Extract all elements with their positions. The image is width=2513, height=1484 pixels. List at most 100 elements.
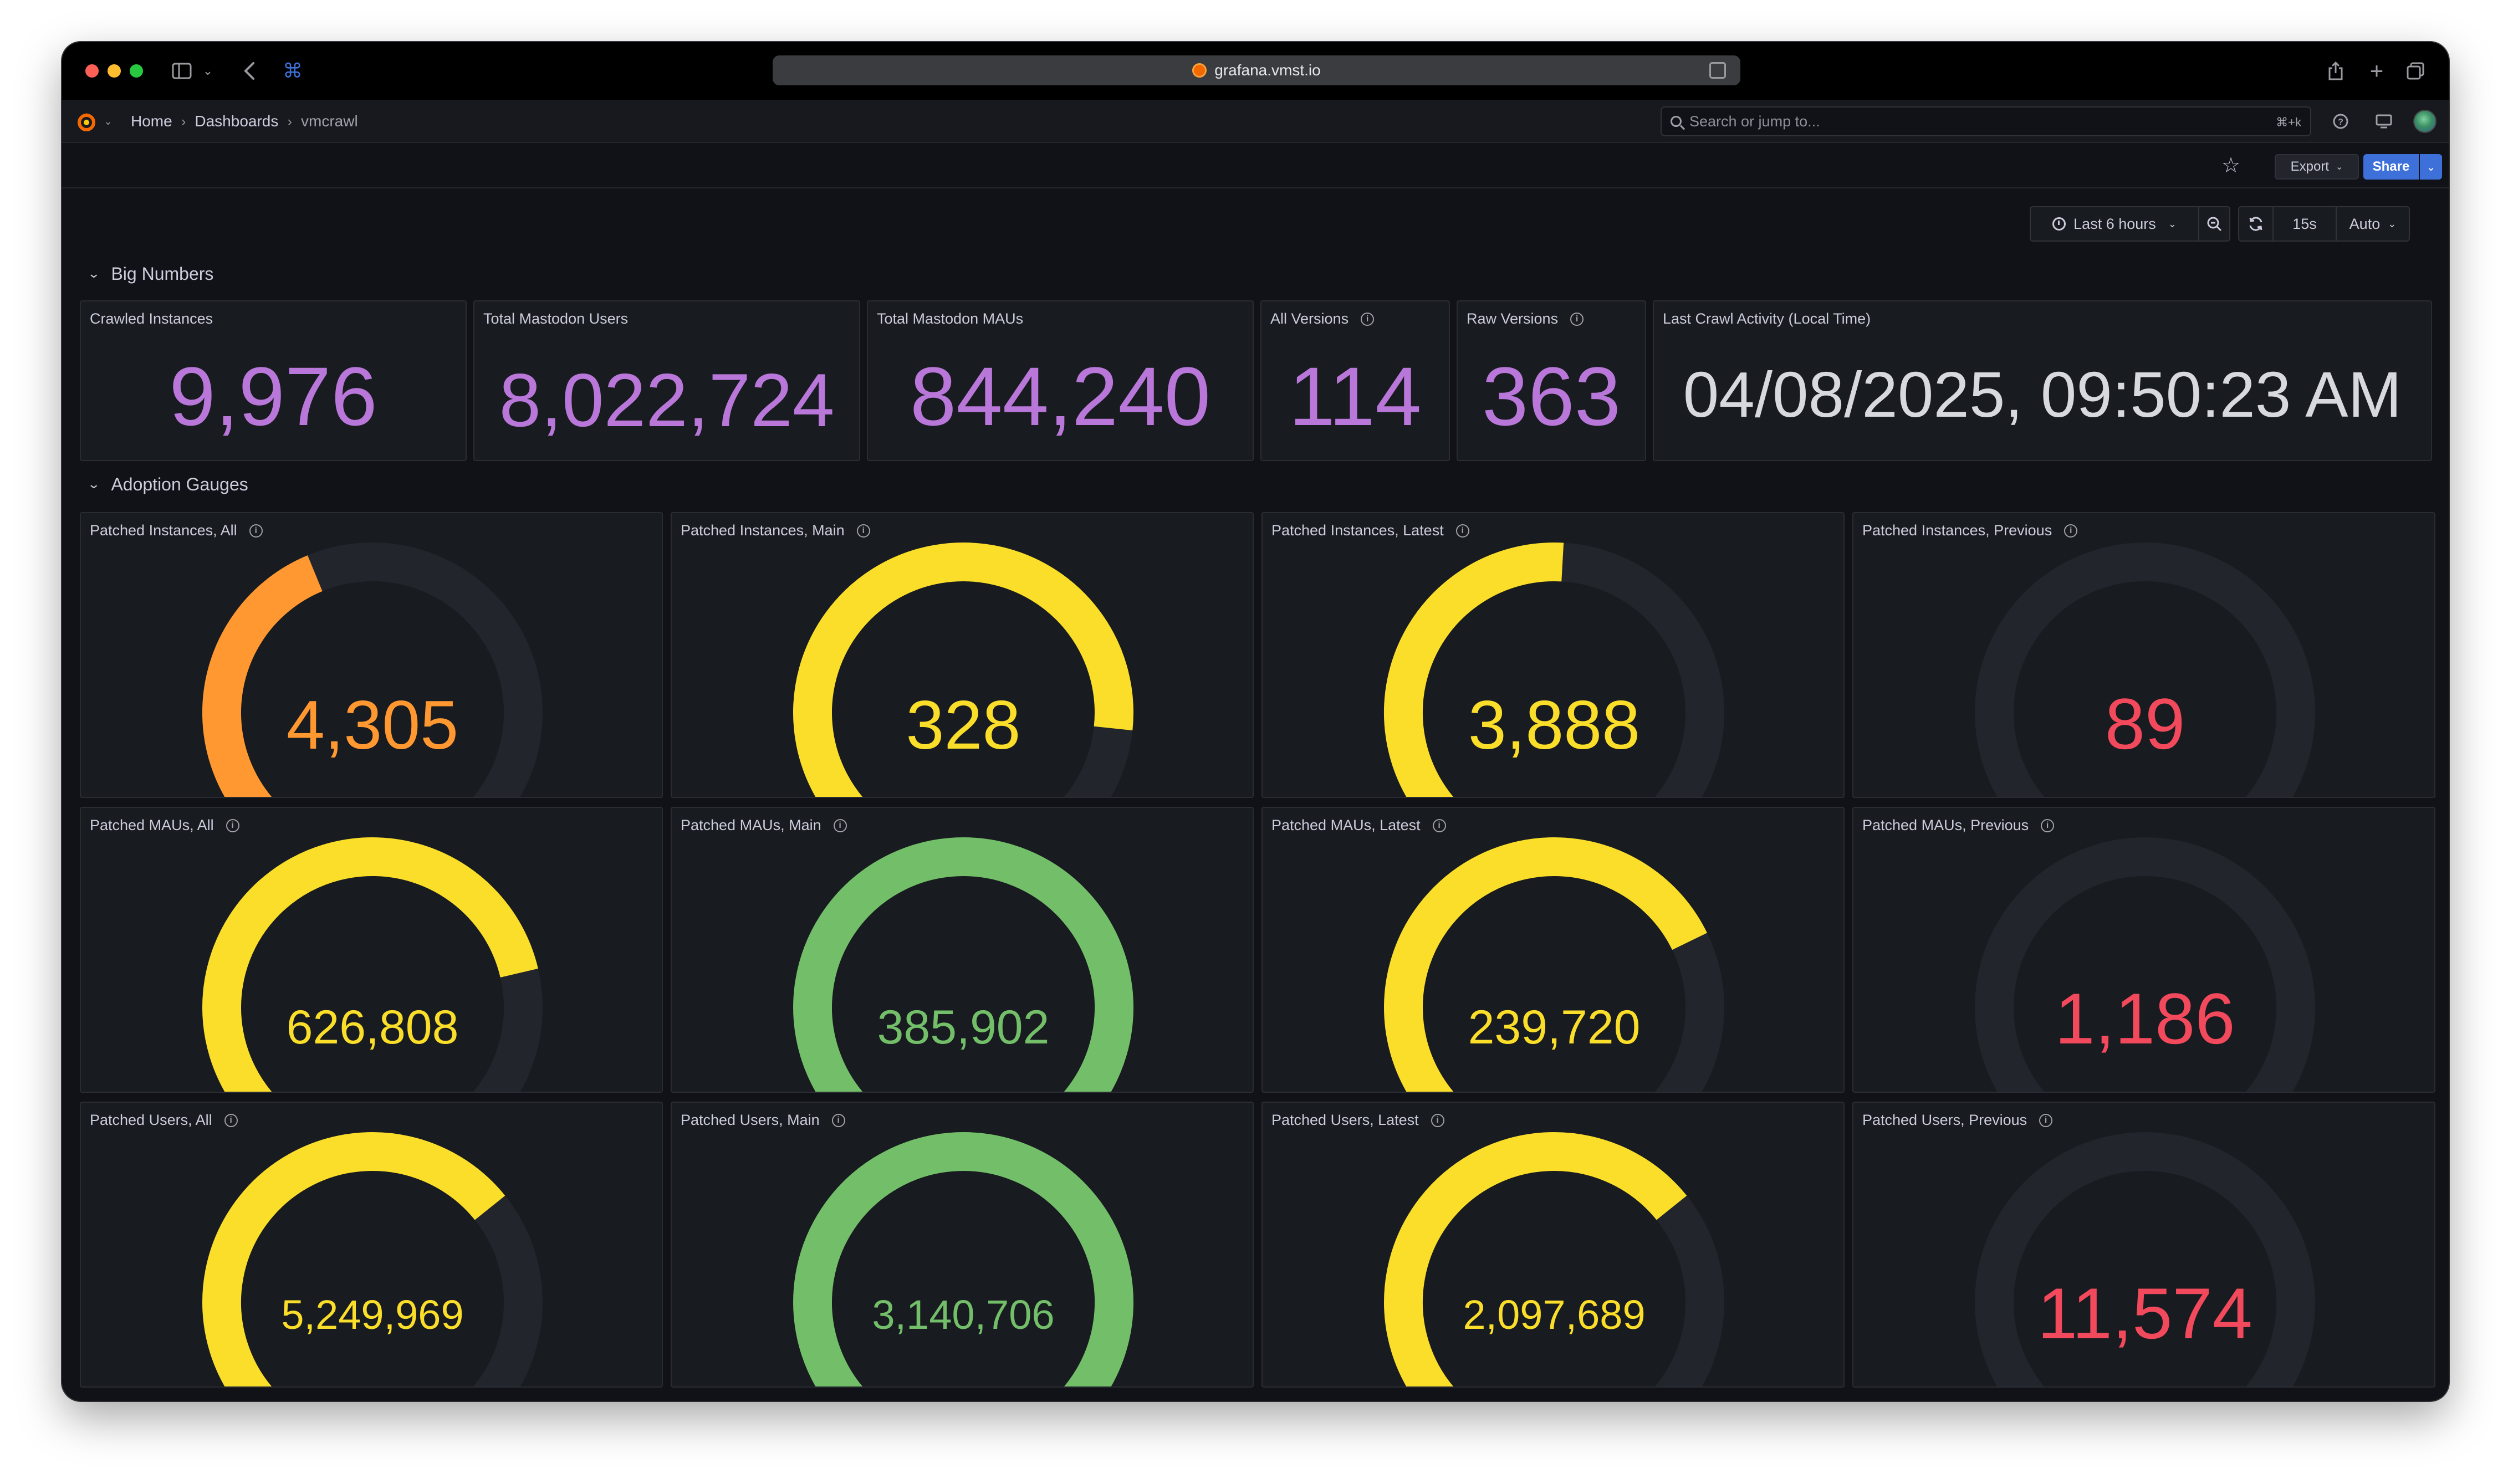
- gauge-chart: 3,140,706: [793, 1132, 1134, 1386]
- close-window-button[interactable]: [85, 64, 99, 78]
- gauge-panel[interactable]: Patched Instances, Main i 328: [671, 512, 1254, 798]
- stat-value: 04/08/2025, 09:50:23 AM: [1683, 359, 2402, 431]
- gauge-chart: 328: [793, 543, 1133, 797]
- gauge-value-arc: [1384, 837, 1707, 1092]
- stat-value: 9,976: [169, 350, 377, 443]
- gauge-value-arc: [1383, 1132, 1687, 1386]
- gauge-value: 11,574: [2037, 1273, 2252, 1354]
- gauge-panel[interactable]: Patched MAUs, Main i 385,902: [671, 807, 1254, 1093]
- gauge-panel[interactable]: Patched Users, All i 5,249,969: [80, 1102, 663, 1388]
- gauge-value-arc: [202, 555, 323, 797]
- tab-overview-icon[interactable]: [2404, 59, 2427, 83]
- gauge-panel[interactable]: Patched Instances, Previous i 89: [1852, 512, 2435, 798]
- gauge-value-arc: [202, 1132, 505, 1386]
- auto-refresh-picker[interactable]: Auto ⌄: [2336, 206, 2410, 242]
- time-range-picker[interactable]: Last 6 hours ⌄: [2030, 206, 2199, 242]
- panel-title-text: Total Mastodon MAUs: [877, 310, 1024, 327]
- panel-title: Total Mastodon MAUs: [877, 310, 1023, 327]
- breadcrumb-home[interactable]: Home: [131, 112, 172, 130]
- gauge-panel[interactable]: Patched MAUs, Previous i 1,186: [1852, 807, 2435, 1093]
- tv-mode-icon[interactable]: [2374, 112, 2393, 131]
- gauge-value-arc: [202, 837, 538, 1092]
- gauge-panel[interactable]: Patched Users, Main i 3,140,706: [671, 1102, 1254, 1388]
- breadcrumb: Home › Dashboards › vmcrawl: [131, 100, 358, 143]
- gauge-value: 4,305: [287, 687, 458, 764]
- chevron-down-icon[interactable]: ⌄: [200, 59, 216, 83]
- minimize-window-button[interactable]: [108, 64, 121, 78]
- stat-panel[interactable]: All Versions i 114: [1260, 300, 1450, 461]
- share-button[interactable]: Share: [2363, 154, 2419, 180]
- gauge-chart: 89: [1975, 543, 2315, 797]
- info-icon[interactable]: i: [1361, 312, 1375, 326]
- panel-title: Raw Versions i: [1467, 310, 1584, 327]
- search-placeholder: Search or jump to...: [1689, 112, 1820, 130]
- gauge-panel[interactable]: Patched Users, Latest i 2,097,689: [1261, 1102, 1845, 1388]
- stat-panel[interactable]: Raw Versions i 363: [1457, 300, 1646, 461]
- export-button[interactable]: Export ⌄: [2275, 154, 2359, 180]
- gauge-chart: 2,097,689: [1383, 1132, 1724, 1386]
- gauge-value-arc: [793, 1132, 1134, 1386]
- zoom-window-button[interactable]: [130, 64, 143, 78]
- gauge-value: 5,249,969: [281, 1292, 463, 1338]
- search-input[interactable]: Search or jump to... ⌘+k: [1661, 106, 2311, 136]
- row-adoption-gauges[interactable]: ⌄ Adoption Gauges: [87, 473, 248, 495]
- gauge-chart: 626,808: [202, 837, 543, 1092]
- back-icon[interactable]: [238, 59, 261, 83]
- gauge-panel[interactable]: Patched Users, Previous i 11,574: [1852, 1102, 2435, 1388]
- gauge-value: 89: [2105, 683, 2185, 764]
- zoom-out-icon: [2207, 217, 2222, 232]
- gauge-value: 385,902: [877, 1001, 1050, 1054]
- gauge-value: 3,140,706: [872, 1292, 1054, 1338]
- grafana-topnav: ⌄ Home › Dashboards › vmcrawl Search or …: [62, 100, 2449, 143]
- search-icon: [1671, 116, 1682, 127]
- chevron-down-icon[interactable]: ⌄: [99, 112, 118, 131]
- command-icon[interactable]: ⌘: [280, 59, 305, 83]
- panel-title-text: Crawled Instances: [90, 310, 213, 327]
- share-page-icon[interactable]: [2325, 59, 2347, 83]
- breadcrumb-separator-icon: ›: [287, 112, 293, 130]
- chevron-down-icon: ⌄: [87, 477, 101, 491]
- stat-panel[interactable]: Crawled Instances 9,976: [80, 300, 467, 461]
- chevron-down-icon: ⌄: [87, 267, 101, 280]
- avatar[interactable]: [2413, 110, 2437, 133]
- share-label: Share: [2372, 159, 2410, 174]
- stat-panel[interactable]: Total Mastodon MAUs 844,240: [867, 300, 1254, 461]
- zoom-out-button[interactable]: [2198, 206, 2230, 242]
- grafana-favicon-icon: [1192, 63, 1207, 78]
- row-title: Big Numbers: [111, 263, 214, 284]
- breadcrumb-dashboards[interactable]: Dashboards: [195, 112, 278, 130]
- gauge-value: 328: [906, 687, 1021, 764]
- row-big-numbers[interactable]: ⌄ Big Numbers: [87, 263, 214, 285]
- grafana-logo-icon[interactable]: [75, 111, 98, 133]
- address-bar[interactable]: grafana.vmst.io: [773, 55, 1740, 85]
- export-label: Export: [2290, 159, 2329, 174]
- chevron-down-icon: ⌄: [2168, 218, 2177, 229]
- gauge-panel[interactable]: Patched Instances, All i 4,305: [80, 512, 663, 798]
- help-icon[interactable]: ?: [2331, 112, 2350, 131]
- gauge-panel[interactable]: Patched MAUs, Latest i 239,720: [1261, 807, 1845, 1093]
- stat-panel[interactable]: Total Mastodon Users 8,022,724: [473, 300, 860, 461]
- share-options-button[interactable]: ⌄: [2420, 154, 2442, 180]
- svg-text:?: ?: [2338, 117, 2343, 127]
- panel-title: Crawled Instances: [90, 310, 213, 327]
- star-icon[interactable]: ☆: [2221, 153, 2240, 178]
- info-icon[interactable]: i: [1570, 312, 1584, 326]
- refresh-interval-picker[interactable]: 15s: [2272, 206, 2337, 242]
- stat-panel[interactable]: Last Crawl Activity (Local Time) 04/08/20…: [1653, 300, 2432, 461]
- search-shortcut: ⌘+k: [2276, 115, 2301, 129]
- gauge-chart: 5,249,969: [202, 1132, 543, 1386]
- refresh-interval-label: 15s: [2292, 215, 2317, 232]
- chevron-down-icon: ⌄: [2388, 218, 2397, 229]
- new-tab-icon[interactable]: +: [2366, 58, 2388, 84]
- refresh-icon: [2249, 217, 2262, 231]
- time-range-label: Last 6 hours: [2073, 215, 2156, 232]
- sidebar-toggle-icon[interactable]: [171, 59, 193, 83]
- gauge-panel[interactable]: Patched MAUs, All i 626,808: [80, 807, 663, 1093]
- url-text: grafana.vmst.io: [1214, 62, 1321, 79]
- reader-icon[interactable]: [1709, 62, 1726, 79]
- gauge-chart: 3,888: [1384, 542, 1724, 797]
- refresh-button[interactable]: [2238, 206, 2274, 242]
- gauge-panel[interactable]: Patched Instances, Latest i 3,888: [1261, 512, 1845, 798]
- dashboard-toolbar: ☆ Export ⌄ Share ⌄: [62, 143, 2449, 188]
- chevron-down-icon: ⌄: [2335, 162, 2343, 172]
